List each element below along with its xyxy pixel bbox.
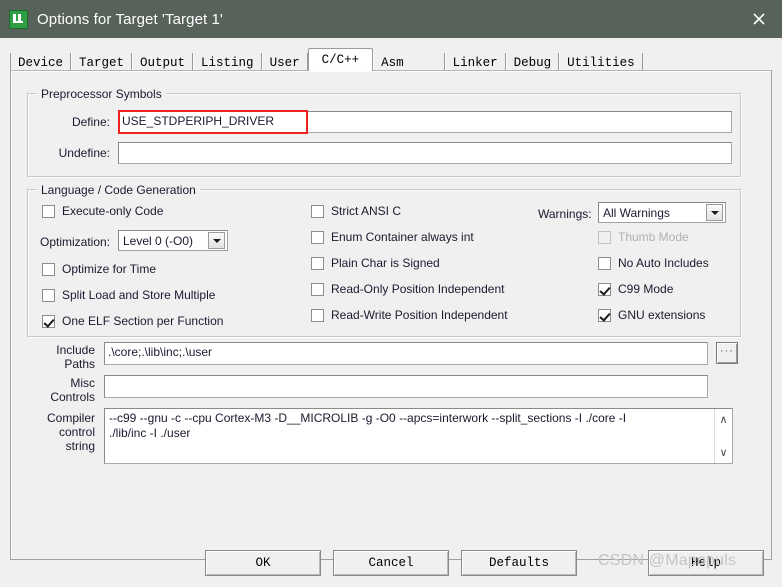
checkbox-read-only-position-independent[interactable]: Read-Only Position Independent (311, 282, 504, 296)
tab-c-cpp[interactable]: C/C++ (307, 48, 374, 71)
checkbox-read-write-position-independent[interactable]: Read-Write Position Independent (311, 308, 508, 322)
checkbox-one-elf-section-per-function[interactable]: One ELF Section per Function (42, 314, 223, 328)
compiler-control-string-label: Compiler control string (19, 411, 95, 453)
chevron-down-icon[interactable] (706, 204, 723, 221)
checkbox-gnu-extensions[interactable]: GNU extensions (598, 308, 705, 322)
preprocessor-symbols-group: Preprocessor Symbols Define: USE_STDPERI… (27, 87, 741, 177)
checkbox-label: No Auto Includes (618, 256, 709, 270)
compiler-label-line1: Compiler (46, 411, 95, 425)
defaults-button[interactable]: Defaults (461, 550, 577, 576)
optimization-select[interactable]: Level 0 (-O0) (118, 230, 228, 251)
window-title: Options for Target 'Target 1' (37, 10, 223, 28)
tab-bar: Device Target Output Listing User C/C++ … (10, 48, 772, 73)
undefine-input[interactable] (118, 142, 732, 164)
language-legend: Language / Code Generation (37, 183, 200, 197)
misc-controls-label-line1: Misc (70, 376, 95, 390)
misc-controls-label-line2: Controls (50, 390, 95, 404)
checkbox-label: Optimize for Time (62, 262, 157, 276)
tab-page-c-cpp: Preprocessor Symbols Define: USE_STDPERI… (10, 70, 772, 560)
help-button[interactable]: Help (648, 550, 764, 576)
preprocessor-legend: Preprocessor Symbols (37, 87, 166, 101)
compiler-value-line1: --c99 --gnu -c --cpu Cortex-M3 -D__MICRO… (109, 411, 627, 425)
compiler-control-string-input[interactable]: --c99 --gnu -c --cpu Cortex-M3 -D__MICRO… (104, 408, 733, 464)
optimization-label: Optimization: (40, 235, 111, 249)
include-paths-browse-button[interactable]: ··· (716, 342, 738, 364)
checkbox-plain-char-is-signed[interactable]: Plain Char is Signed (311, 256, 440, 270)
warnings-label: Warnings: (538, 207, 592, 221)
checkbox-box (311, 204, 324, 218)
language-code-generation-group: Language / Code Generation Execute-only … (27, 183, 741, 337)
title-bar: Options for Target 'Target 1' (0, 0, 782, 38)
scroll-down-icon[interactable]: ∨ (717, 446, 730, 459)
checkbox-optimize-for-time[interactable]: Optimize for Time (42, 262, 156, 276)
include-paths-input[interactable]: .\core;.\lib\inc;.\user (104, 342, 708, 365)
checkbox-label: Plain Char is Signed (331, 256, 440, 270)
checkbox-box (42, 204, 55, 218)
checkbox-split-load-and-store-multiple[interactable]: Split Load and Store Multiple (42, 288, 215, 302)
optimization-value: Level 0 (-O0) (123, 233, 194, 248)
undefine-label: Undefine: (58, 146, 110, 160)
misc-controls-label: Misc Controls (25, 376, 95, 404)
keil-uvision-icon (9, 9, 28, 29)
checkbox-label: Thumb Mode (618, 230, 689, 244)
checkbox-box (598, 308, 611, 322)
checkbox-box (598, 256, 611, 270)
compiler-label-line2: control (58, 425, 95, 439)
checkbox-label: GNU extensions (618, 308, 706, 322)
warnings-select[interactable]: All Warnings (598, 202, 726, 223)
checkbox-box (311, 256, 324, 270)
checkbox-label: Execute-only Code (62, 204, 164, 218)
checkbox-c99-mode[interactable]: C99 Mode (598, 282, 673, 296)
include-paths-label-line2: Paths (64, 357, 95, 371)
checkbox-box (598, 230, 611, 244)
cancel-button[interactable]: Cancel (333, 550, 449, 576)
define-input[interactable]: USE_STDPERIPH_DRIVER (118, 111, 732, 133)
checkbox-box (311, 308, 324, 322)
include-paths-label: Include Paths (25, 343, 95, 371)
compiler-scrollbar[interactable]: ∧ ∨ (714, 409, 732, 463)
checkbox-label: Read-Write Position Independent (331, 308, 508, 322)
checkbox-label: Enum Container always int (331, 230, 474, 244)
chevron-down-icon[interactable] (208, 232, 225, 249)
checkbox-box (311, 230, 324, 244)
include-paths-label-line1: Include (56, 343, 95, 357)
checkbox-label: Read-Only Position Independent (331, 282, 505, 296)
checkbox-execute-only-code[interactable]: Execute-only Code (42, 204, 163, 218)
checkbox-label: One ELF Section per Function (62, 314, 224, 328)
close-icon[interactable] (736, 0, 782, 38)
scroll-up-icon[interactable]: ∧ (717, 413, 730, 426)
checkbox-label: Strict ANSI C (331, 204, 402, 218)
checkbox-thumb-mode: Thumb Mode (598, 230, 689, 244)
checkbox-box (311, 282, 324, 296)
ok-button[interactable]: OK (205, 550, 321, 576)
checkbox-label: Split Load and Store Multiple (62, 288, 216, 302)
misc-controls-input[interactable] (104, 375, 708, 398)
checkbox-label: C99 Mode (618, 282, 674, 296)
warnings-value: All Warnings (603, 205, 670, 220)
options-dialog: Device Target Output Listing User C/C++ … (0, 38, 782, 587)
checkbox-box (598, 282, 611, 296)
compiler-control-string-value: --c99 --gnu -c --cpu Cortex-M3 -D__MICRO… (105, 409, 714, 463)
checkbox-box (42, 262, 55, 276)
checkbox-box (42, 288, 55, 302)
define-label: Define: (71, 115, 110, 129)
checkbox-box (42, 314, 55, 328)
compiler-label-line3: string (65, 439, 95, 453)
checkbox-strict-ansi-c[interactable]: Strict ANSI C (311, 204, 401, 218)
compiler-value-line2: ./lib/inc -I ./user (109, 426, 191, 440)
checkbox-enum-container-always-int[interactable]: Enum Container always int (311, 230, 474, 244)
checkbox-no-auto-includes[interactable]: No Auto Includes (598, 256, 709, 270)
